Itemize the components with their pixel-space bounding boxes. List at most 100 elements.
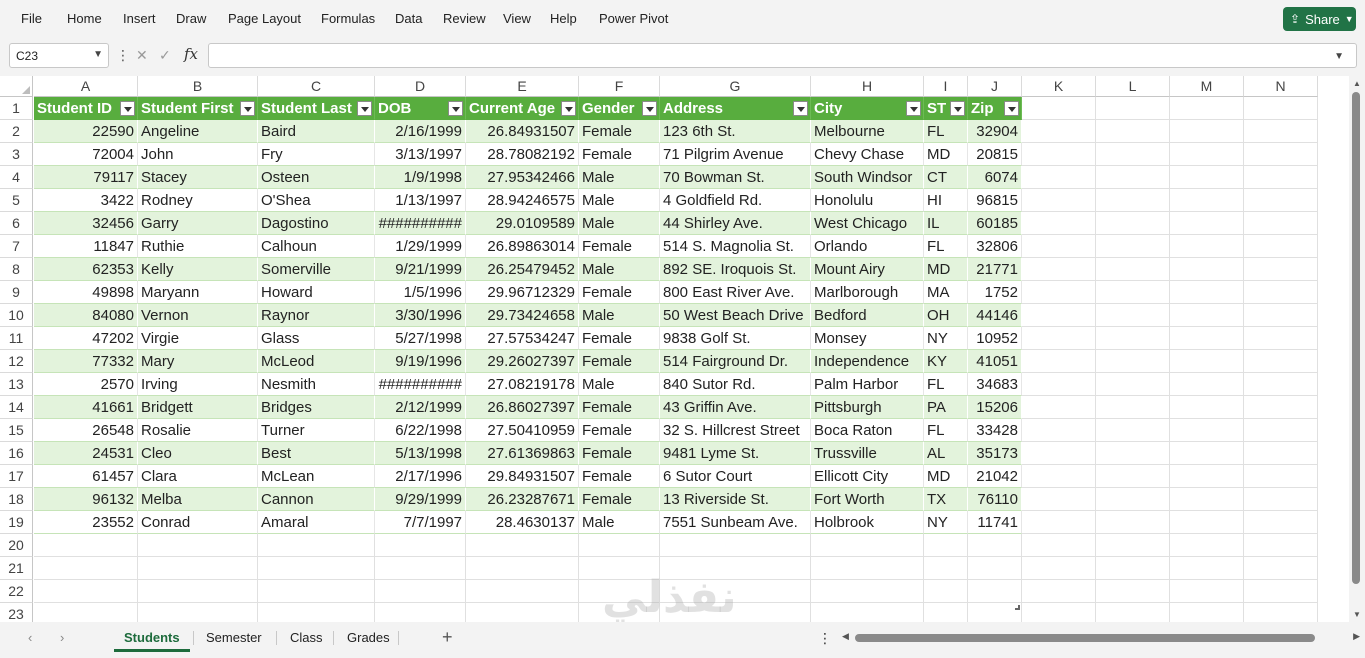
- scroll-left-icon[interactable]: ◀: [842, 631, 849, 642]
- cell-zip[interactable]: 21771: [968, 258, 1022, 281]
- cell-dob[interactable]: 2/16/1999: [375, 120, 466, 143]
- cell-address[interactable]: 514 S. Magnolia St.: [660, 235, 811, 258]
- menu-review[interactable]: Review: [443, 11, 486, 26]
- cell-state[interactable]: MD: [924, 143, 968, 166]
- empty-cell[interactable]: [1096, 557, 1170, 580]
- empty-cell[interactable]: [811, 580, 924, 603]
- cell-address[interactable]: 71 Pilgrim Avenue: [660, 143, 811, 166]
- empty-cell[interactable]: [924, 557, 968, 580]
- empty-cell[interactable]: [1096, 212, 1170, 235]
- row-header[interactable]: 7: [0, 235, 33, 258]
- empty-cell[interactable]: [1170, 373, 1244, 396]
- empty-cell[interactable]: [258, 534, 375, 557]
- cell-city[interactable]: Fort Worth: [811, 488, 924, 511]
- empty-cell[interactable]: [1244, 534, 1318, 557]
- empty-cell[interactable]: [1170, 235, 1244, 258]
- empty-cell[interactable]: [1170, 281, 1244, 304]
- sheet-tab-students[interactable]: Students: [114, 628, 190, 652]
- header-cell-student-id[interactable]: Student ID: [34, 97, 138, 120]
- cell-zip[interactable]: 96815: [968, 189, 1022, 212]
- empty-cell[interactable]: [1244, 419, 1318, 442]
- empty-cell[interactable]: [466, 557, 579, 580]
- insert-function-icon[interactable]: fx: [184, 45, 198, 63]
- empty-cell[interactable]: [1022, 350, 1096, 373]
- menu-home[interactable]: Home: [67, 11, 102, 26]
- cell-student-last[interactable]: McLeod: [258, 350, 375, 373]
- empty-cell[interactable]: [138, 534, 258, 557]
- menu-data[interactable]: Data: [395, 11, 422, 26]
- sheet-tab-semester[interactable]: Semester: [196, 628, 272, 652]
- cell-student-id[interactable]: 26548: [34, 419, 138, 442]
- cell-dob[interactable]: ##########: [375, 212, 466, 235]
- empty-cell[interactable]: [1022, 603, 1096, 622]
- filter-dropdown-icon[interactable]: [561, 101, 576, 116]
- cell-city[interactable]: Ellicott City: [811, 465, 924, 488]
- column-header[interactable]: H: [811, 76, 924, 97]
- empty-cell[interactable]: [1096, 373, 1170, 396]
- empty-cell[interactable]: [1244, 97, 1318, 120]
- cell-student-id[interactable]: 11847: [34, 235, 138, 258]
- empty-cell[interactable]: [1170, 511, 1244, 534]
- empty-cell[interactable]: [1022, 258, 1096, 281]
- empty-cell[interactable]: [660, 603, 811, 622]
- cell-student-id[interactable]: 32456: [34, 212, 138, 235]
- cell-city[interactable]: Chevy Chase: [811, 143, 924, 166]
- cell-state[interactable]: AL: [924, 442, 968, 465]
- cell-current-age[interactable]: 27.95342466: [466, 166, 579, 189]
- empty-cell[interactable]: [466, 580, 579, 603]
- empty-cell[interactable]: [1170, 396, 1244, 419]
- empty-cell[interactable]: [1022, 120, 1096, 143]
- menu-file[interactable]: File: [21, 11, 42, 26]
- cell-address[interactable]: 13 Riverside St.: [660, 488, 811, 511]
- horizontal-scroll-thumb[interactable]: [855, 634, 1315, 642]
- empty-cell[interactable]: [1096, 534, 1170, 557]
- empty-cell[interactable]: [1096, 488, 1170, 511]
- row-header[interactable]: 5: [0, 189, 33, 212]
- cell-student-first[interactable]: Bridgett: [138, 396, 258, 419]
- row-header[interactable]: 19: [0, 511, 33, 534]
- cell-city[interactable]: Independence: [811, 350, 924, 373]
- cell-gender[interactable]: Female: [579, 327, 660, 350]
- empty-cell[interactable]: [1170, 419, 1244, 442]
- empty-cell[interactable]: [375, 603, 466, 622]
- cell-student-first[interactable]: Clara: [138, 465, 258, 488]
- cell-zip[interactable]: 33428: [968, 419, 1022, 442]
- cell-city[interactable]: Bedford: [811, 304, 924, 327]
- sheet-tab-grades[interactable]: Grades: [337, 628, 400, 652]
- cell-zip[interactable]: 60185: [968, 212, 1022, 235]
- empty-cell[interactable]: [660, 534, 811, 557]
- cell-student-last[interactable]: Dagostino: [258, 212, 375, 235]
- column-header[interactable]: B: [138, 76, 258, 97]
- row-header[interactable]: 3: [0, 143, 33, 166]
- cell-gender[interactable]: Female: [579, 442, 660, 465]
- empty-cell[interactable]: [811, 534, 924, 557]
- cell-gender[interactable]: Male: [579, 189, 660, 212]
- empty-cell[interactable]: [1096, 580, 1170, 603]
- empty-cell[interactable]: [1170, 166, 1244, 189]
- empty-cell[interactable]: [1244, 373, 1318, 396]
- cell-student-first[interactable]: Conrad: [138, 511, 258, 534]
- cell-current-age[interactable]: 28.4630137: [466, 511, 579, 534]
- cell-state[interactable]: NY: [924, 511, 968, 534]
- scroll-right-icon[interactable]: ▶: [1353, 631, 1360, 642]
- empty-cell[interactable]: [1022, 557, 1096, 580]
- cell-dob[interactable]: 1/5/1996: [375, 281, 466, 304]
- cell-address[interactable]: 7551 Sunbeam Ave.: [660, 511, 811, 534]
- cell-student-id[interactable]: 62353: [34, 258, 138, 281]
- empty-cell[interactable]: [660, 557, 811, 580]
- formula-input[interactable]: ▼: [208, 43, 1357, 68]
- column-header[interactable]: N: [1244, 76, 1318, 97]
- empty-cell[interactable]: [138, 580, 258, 603]
- cell-dob[interactable]: 1/29/1999: [375, 235, 466, 258]
- chevron-down-icon[interactable]: ▼: [93, 49, 103, 60]
- cell-dob[interactable]: 1/13/1997: [375, 189, 466, 212]
- cell-state[interactable]: FL: [924, 373, 968, 396]
- empty-cell[interactable]: [1244, 235, 1318, 258]
- header-cell-current-age[interactable]: Current Age: [466, 97, 579, 120]
- column-header[interactable]: J: [968, 76, 1022, 97]
- column-header[interactable]: E: [466, 76, 579, 97]
- cell-address[interactable]: 800 East River Ave.: [660, 281, 811, 304]
- cell-current-age[interactable]: 29.0109589: [466, 212, 579, 235]
- empty-cell[interactable]: [1170, 534, 1244, 557]
- cell-current-age[interactable]: 26.84931507: [466, 120, 579, 143]
